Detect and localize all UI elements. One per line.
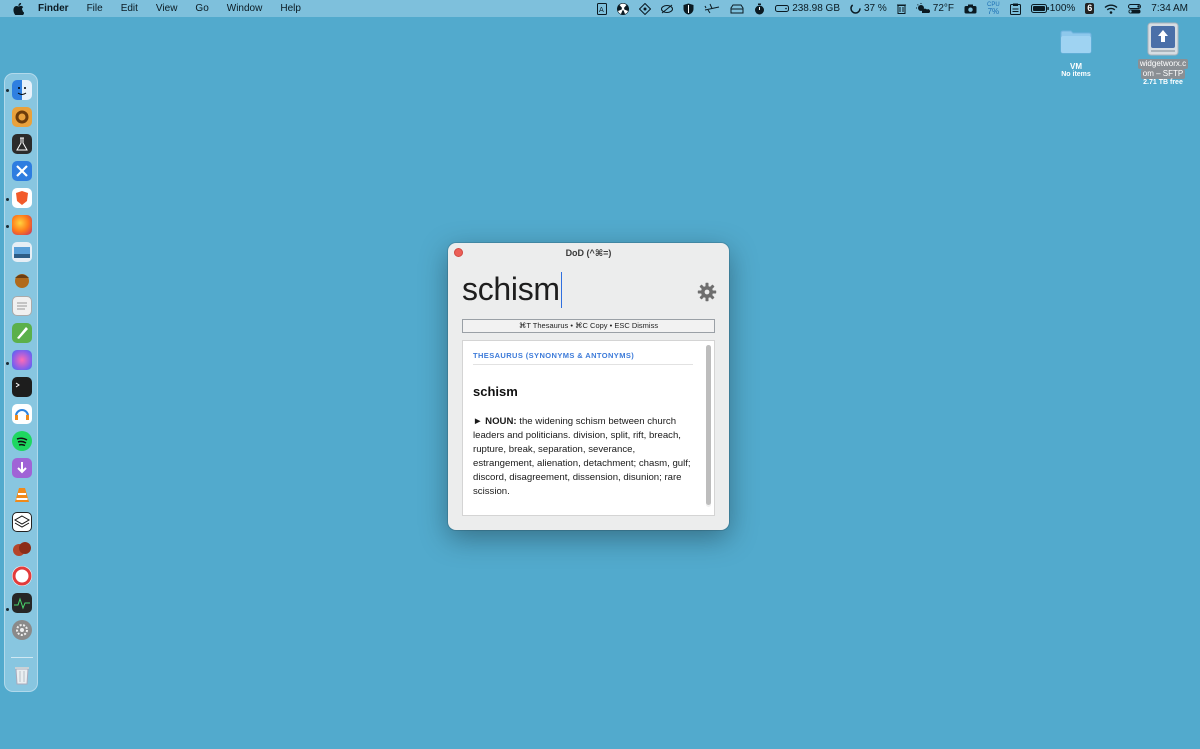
dock-pencil-icon[interactable] (12, 323, 32, 343)
clipboard-icon[interactable] (1009, 0, 1021, 17)
query-input[interactable]: schism (462, 271, 563, 308)
menu-edit[interactable]: Edit (121, 3, 138, 14)
dock-brave-icon[interactable] (12, 188, 32, 208)
dock-preview-icon[interactable] (12, 242, 32, 262)
desktop-sftp-drive[interactable]: widgetworx.c om – SFTP 2.71 TB free (1132, 21, 1194, 86)
vm-folder-label: VM (1070, 62, 1082, 71)
shield-icon[interactable] (683, 0, 694, 17)
battery-icon[interactable]: 100% (1030, 0, 1076, 17)
control-center-icon[interactable] (1128, 0, 1142, 17)
dock-xcode-tools-icon[interactable] (12, 161, 32, 181)
memory-pct-text: 37 % (864, 3, 887, 14)
scrollbar[interactable] (706, 345, 711, 507)
dock-vlc-icon[interactable] (12, 485, 32, 505)
query-text: schism (462, 271, 560, 307)
dock-spotify-icon[interactable] (12, 431, 32, 451)
sftp-drive-free: 2.71 TB free (1143, 79, 1183, 86)
scroll-thumb[interactable] (706, 345, 711, 505)
dock-running-dot (6, 89, 9, 92)
dock-acorn-icon[interactable] (12, 269, 32, 289)
dock-separator (11, 657, 33, 658)
menu-bar: Finder File Edit View Go Window Help A 2… (0, 0, 1200, 17)
apple-menu-icon[interactable] (13, 2, 27, 15)
window-titlebar[interactable]: DoD (^⌘=) (448, 243, 729, 263)
vm-folder-sub: No items (1061, 71, 1091, 78)
dock-textedit-icon[interactable] (12, 296, 32, 316)
dock-downloader-icon[interactable] (12, 458, 32, 478)
entry-definition: ► NOUN: the widening schism between chur… (473, 415, 698, 499)
stopwatch-icon[interactable] (754, 0, 765, 17)
dock-running-dot (6, 608, 9, 611)
disk-free-text: 238.98 GB (792, 3, 840, 14)
dock-system-settings-icon[interactable] (12, 620, 32, 640)
menu-window[interactable]: Window (227, 3, 263, 14)
dock-orange-ring-icon[interactable] (12, 107, 32, 127)
dock-finder-icon[interactable] (12, 80, 32, 100)
hard-drive-tray-icon[interactable] (730, 0, 744, 17)
diamond-nav-icon[interactable] (639, 0, 652, 17)
disk-icon[interactable]: 238.98 GB (775, 0, 840, 17)
dictionary-icon[interactable]: A (597, 0, 608, 17)
dock-layers-icon[interactable] (12, 512, 32, 532)
sftp-drive-label-1: widgetworx.c (1137, 59, 1189, 69)
dock-running-dot (6, 198, 9, 201)
dock-arc-icon[interactable] (12, 350, 32, 370)
dock-trash-icon[interactable] (12, 664, 32, 685)
dock-activity-monitor-icon[interactable] (12, 593, 32, 613)
cpu-pct: 7% (987, 6, 1000, 16)
entry-headword: schism (473, 384, 518, 399)
badge-count[interactable]: 6 (1085, 0, 1095, 17)
dock-audio-icon[interactable] (12, 404, 32, 424)
memory-gauge-icon[interactable]: 37 % (850, 0, 887, 17)
dock (4, 73, 38, 692)
menu-file[interactable]: File (87, 3, 103, 14)
weather-text: 72°F (932, 3, 955, 14)
plane-icon[interactable] (704, 0, 720, 17)
window-title: DoD (^⌘=) (565, 247, 612, 258)
dock-terminal-icon[interactable] (12, 377, 32, 397)
trash-status-icon[interactable] (896, 0, 906, 17)
menu-help[interactable]: Help (280, 3, 301, 14)
dod-window: DoD (^⌘=) schism ⌘T Thesaurus • ⌘C Copy … (448, 243, 729, 530)
dock-record-icon[interactable] (12, 566, 32, 586)
status-area: A 238.98 GB 37 % 72°F CPU 7% 100% 6 7:34… (587, 0, 1200, 17)
badge-count-text: 6 (1085, 3, 1095, 14)
dock-boxing-icon[interactable] (12, 539, 32, 559)
weather-icon[interactable]: 72°F (915, 0, 955, 17)
desktop-vm-folder[interactable]: VM No items (1055, 30, 1097, 78)
results-panel[interactable]: THESAURUS (SYNONYMS & ANTONYMS) schism ►… (462, 340, 715, 516)
folder-icon (1060, 30, 1092, 54)
section-heading: THESAURUS (SYNONYMS & ANTONYMS) (473, 351, 693, 365)
dock-flask-icon[interactable] (12, 134, 32, 154)
part-of-speech: ► NOUN: (473, 416, 517, 427)
svg-text:A: A (599, 6, 604, 14)
menubar-clock[interactable]: 7:34 AM (1151, 0, 1188, 17)
sftp-drive-label-2: om – SFTP (1140, 69, 1186, 79)
camera-icon[interactable] (964, 0, 977, 17)
wifi-icon[interactable] (1104, 0, 1118, 17)
menu-view[interactable]: View (156, 3, 178, 14)
dock-firefox-icon[interactable] (12, 215, 32, 235)
close-button[interactable] (454, 248, 463, 257)
battery-pct-text: 100% (1049, 3, 1076, 14)
cpu-meter[interactable]: CPU 7% (987, 0, 1000, 17)
gear-icon[interactable] (697, 282, 717, 302)
text-caret (560, 271, 563, 308)
shortcut-hint-bar: ⌘T Thesaurus • ⌘C Copy • ESC Dismiss (462, 319, 715, 333)
menu-finder[interactable]: Finder (38, 3, 69, 14)
radiation-icon[interactable] (617, 0, 630, 17)
definition-text: the widening schism between church leade… (473, 416, 691, 497)
dock-running-dot (6, 362, 9, 365)
query-row: schism (448, 263, 729, 319)
eye-off-icon[interactable] (661, 0, 674, 17)
dock-running-dot (6, 225, 9, 228)
menu-go[interactable]: Go (195, 3, 208, 14)
network-drive-icon (1147, 22, 1179, 56)
